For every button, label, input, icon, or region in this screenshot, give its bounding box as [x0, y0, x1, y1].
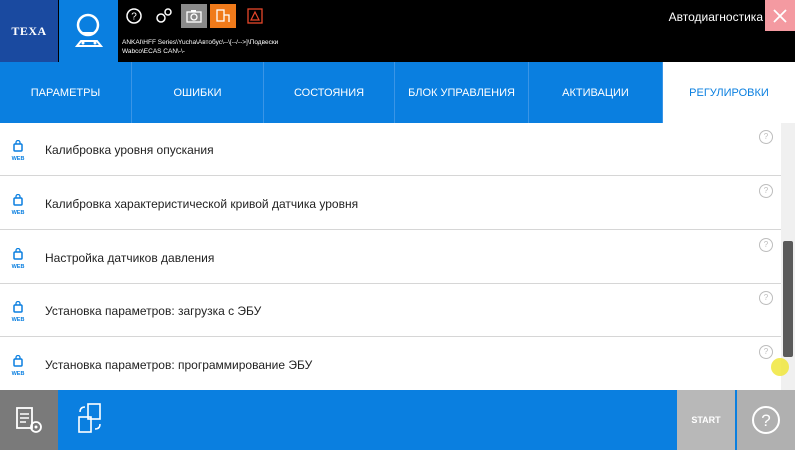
svg-text:?: ? — [131, 12, 137, 23]
diagnostic-tool-icon — [216, 9, 230, 22]
settings-toolbar-button[interactable] — [152, 5, 176, 27]
vehicle-search-button[interactable] — [59, 0, 118, 62]
document-settings-icon — [16, 407, 42, 433]
diagnosis-toolbar-button[interactable] — [210, 4, 236, 28]
list-item-label: Установка параметров: программирование Э… — [45, 358, 313, 372]
gears-icon — [156, 8, 172, 23]
vehicle-path-line2: Wabco\ECAS CAN\-\- — [122, 48, 185, 55]
texa-logo: TEXA — [0, 0, 58, 62]
file-sync-icon — [78, 403, 101, 433]
help-toolbar-button[interactable]: ? — [122, 5, 146, 27]
list-item-label: Установка параметров: загрузка с ЭБУ — [45, 304, 262, 318]
tab-bar: ПАРАМЕТРЫ ОШИБКИ СОСТОЯНИЯ БЛОК УПРАВЛЕН… — [0, 62, 795, 123]
list-item-label: Калибровка уровня опускания — [45, 143, 214, 157]
svg-text:WEB: WEB — [12, 317, 25, 323]
tab-states[interactable]: СОСТОЯНИЯ — [264, 62, 395, 123]
screenshot-toolbar-button[interactable] — [181, 4, 207, 28]
list-item-label: Настройка датчиков давления — [45, 251, 215, 265]
info-icon[interactable]: ? — [759, 291, 773, 305]
scrollbar-thumb[interactable] — [783, 241, 793, 357]
web-lock-icon: WEB — [12, 301, 25, 323]
tab-errors[interactable]: ОШИБКИ — [132, 62, 264, 123]
list-item[interactable]: WEB Калибровка характеристической кривой… — [0, 177, 781, 230]
info-icon[interactable]: ? — [759, 130, 773, 144]
info-icon[interactable]: ? — [759, 238, 773, 252]
vehicle-path: ANKAI\HFF Series\Yucha\Автобус\--\[--/--… — [122, 38, 278, 56]
help-circle-icon: ? — [752, 406, 780, 434]
vehicle-path-line1: ANKAI\HFF Series\Yucha\Автобус\--\[--/--… — [122, 39, 279, 46]
adjustments-list: WEB Калибровка уровня опускания ? WEB Ка… — [0, 123, 781, 391]
close-button[interactable] — [765, 0, 795, 31]
device-settings-button[interactable] — [0, 390, 58, 450]
help-circle-icon: ? — [126, 8, 142, 24]
svg-text:WEB: WEB — [12, 156, 25, 162]
list-item[interactable]: WEB Настройка датчиков давления ? — [0, 231, 781, 284]
svg-text:WEB: WEB — [12, 371, 25, 377]
svg-text:?: ? — [761, 411, 770, 430]
list-item[interactable]: WEB Калибровка уровня опускания ? — [0, 123, 781, 176]
tab-parameters[interactable]: ПАРАМЕТРЫ — [0, 62, 132, 123]
start-button[interactable]: START — [677, 390, 735, 450]
list-scrollbar[interactable] — [781, 123, 795, 390]
tab-adjustments[interactable]: РЕГУЛИРОВКИ — [663, 62, 795, 123]
warning-icon — [247, 8, 263, 24]
tab-activations[interactable]: АКТИВАЦИИ — [529, 62, 663, 123]
web-lock-icon: WEB — [12, 140, 25, 162]
camera-icon — [186, 10, 202, 23]
list-item-label: Калибровка характеристической кривой дат… — [45, 197, 359, 211]
info-icon[interactable]: ? — [759, 184, 773, 198]
info-icon[interactable]: ? — [759, 345, 773, 359]
svg-text:WEB: WEB — [12, 210, 25, 216]
bottom-toolbar: START ? — [0, 390, 795, 450]
app-title: Автодиагностика — [668, 10, 763, 24]
mouse-cursor-highlight — [771, 358, 789, 376]
web-lock-icon: WEB — [12, 194, 25, 216]
file-transfer-button[interactable] — [70, 398, 110, 440]
warning-toolbar-button[interactable] — [243, 5, 267, 27]
header-bar: TEXA ? ANKAI\HFF Series\Yucha\Автобус\--… — [0, 0, 795, 62]
help-button[interactable]: ? — [737, 390, 795, 450]
list-item[interactable]: WEB Установка параметров: программирован… — [0, 338, 781, 391]
svg-text:WEB: WEB — [12, 264, 25, 270]
web-lock-icon: WEB — [12, 355, 25, 377]
web-lock-icon: WEB — [12, 248, 25, 270]
tab-control-unit[interactable]: БЛОК УПРАВЛЕНИЯ — [395, 62, 529, 123]
search-icon — [74, 13, 103, 47]
list-item[interactable]: WEB Установка параметров: загрузка с ЭБУ… — [0, 284, 781, 337]
logo-text: TEXA — [11, 23, 47, 38]
close-icon — [773, 8, 787, 23]
